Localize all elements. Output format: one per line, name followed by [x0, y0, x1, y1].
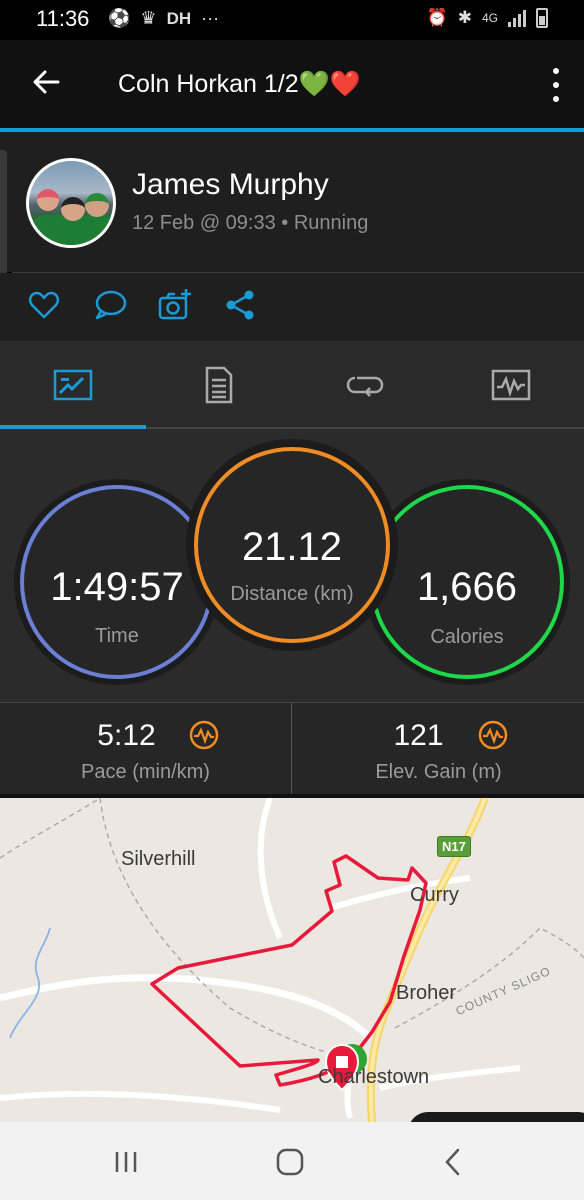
map-label-curry: Curry: [410, 884, 459, 906]
distance-label: Distance (km): [230, 583, 354, 605]
add-photo-icon[interactable]: [157, 287, 193, 323]
more-dots-icon: ···: [201, 8, 220, 28]
tab-details[interactable]: [146, 341, 292, 429]
tab-stats[interactable]: [0, 341, 146, 429]
map-label-silverhill: Silverhill: [121, 848, 196, 870]
calories-label: Calories: [430, 626, 504, 648]
status-left-icons: ⚽ ♛ DH ···: [108, 8, 219, 29]
status-time: 11:36: [36, 6, 90, 31]
share-icon[interactable]: [222, 287, 258, 323]
activity-meta: 12 Feb @ 09:33 • Running: [132, 212, 369, 234]
distance-ring: 21.12 Distance (km): [194, 447, 390, 643]
pace-metric[interactable]: 5:12 Pace (min/km): [0, 703, 291, 795]
status-right-icons: ⏰ ✱ 4G: [427, 8, 548, 28]
elevation-chart-icon: [478, 720, 508, 750]
pace-label: Pace (min/km): [81, 761, 210, 783]
recent-apps-icon[interactable]: [106, 1142, 146, 1182]
activity-owner: James Murphy 12 Feb @ 09:33 • Running: [0, 132, 584, 272]
time-ring: 1:49:57 Time: [20, 485, 214, 679]
elevation-metric[interactable]: 121 Elev. Gain (m): [293, 703, 584, 795]
stats-icon: [53, 369, 93, 401]
premier-league-icon: ♛: [140, 8, 157, 28]
arrow-left-icon[interactable]: [28, 64, 64, 100]
time-label: Time: [95, 625, 139, 647]
map-label-town: Charlestown: [318, 1066, 430, 1088]
more-vertical-icon[interactable]: [550, 68, 562, 102]
tab-laps[interactable]: [292, 341, 438, 429]
elevation-value: 121: [393, 719, 444, 752]
bluetooth-icon: ✱: [457, 8, 472, 27]
laps-icon: [346, 376, 384, 397]
comment-icon[interactable]: [92, 287, 128, 323]
distance-value: 21.12: [241, 525, 343, 569]
alarm-icon: ⏰: [426, 8, 448, 27]
calories-value: 1,666: [416, 565, 518, 609]
home-icon[interactable]: [270, 1142, 310, 1182]
avatar[interactable]: [26, 158, 116, 248]
route-map[interactable]: Silverhill Curry Broher Charlestown COUN…: [0, 798, 584, 1122]
heart-icon[interactable]: [26, 287, 62, 323]
back-icon[interactable]: [434, 1142, 474, 1182]
metric-divider: [291, 703, 292, 795]
pace-chart-icon: [189, 720, 219, 750]
pace-value: 5:12: [97, 719, 156, 752]
owner-name[interactable]: James Murphy: [132, 168, 329, 202]
signal-icon: [508, 9, 526, 27]
network-4g-icon: 4G: [481, 11, 498, 25]
elevation-label: Elev. Gain (m): [375, 761, 502, 783]
map-canvas: [0, 798, 584, 1122]
charts-icon: [491, 369, 531, 401]
dh-icon: DH: [166, 8, 192, 28]
status-bar: 11:36 ⚽ ♛ DH ··· ⏰ ✱ 4G: [0, 0, 584, 40]
activity-tabs: [0, 341, 584, 429]
time-value: 1:49:57: [50, 565, 184, 609]
details-icon: [205, 366, 233, 404]
calories-ring: 1,666 Calories: [370, 485, 564, 679]
map-label-broher: Broher: [396, 982, 457, 1004]
page-title: Coln Horkan 1/2💚❤️: [118, 70, 361, 98]
app-header: Coln Horkan 1/2💚❤️: [0, 40, 584, 128]
stats-panel: 1:49:57 Time 1,666 Calories 21.12 Distan…: [0, 429, 584, 702]
action-bar: [0, 273, 584, 341]
battery-icon: [536, 8, 548, 28]
system-nav-bar: [0, 1122, 584, 1200]
tab-charts[interactable]: [438, 341, 584, 429]
road-badge-n17: N17: [437, 836, 471, 857]
metrics-row: 5:12 Pace (min/km) 121 Elev. Gain (m): [0, 702, 584, 795]
map-expand-button[interactable]: [408, 1112, 584, 1122]
soccer-ball-icon: ⚽: [108, 8, 131, 28]
